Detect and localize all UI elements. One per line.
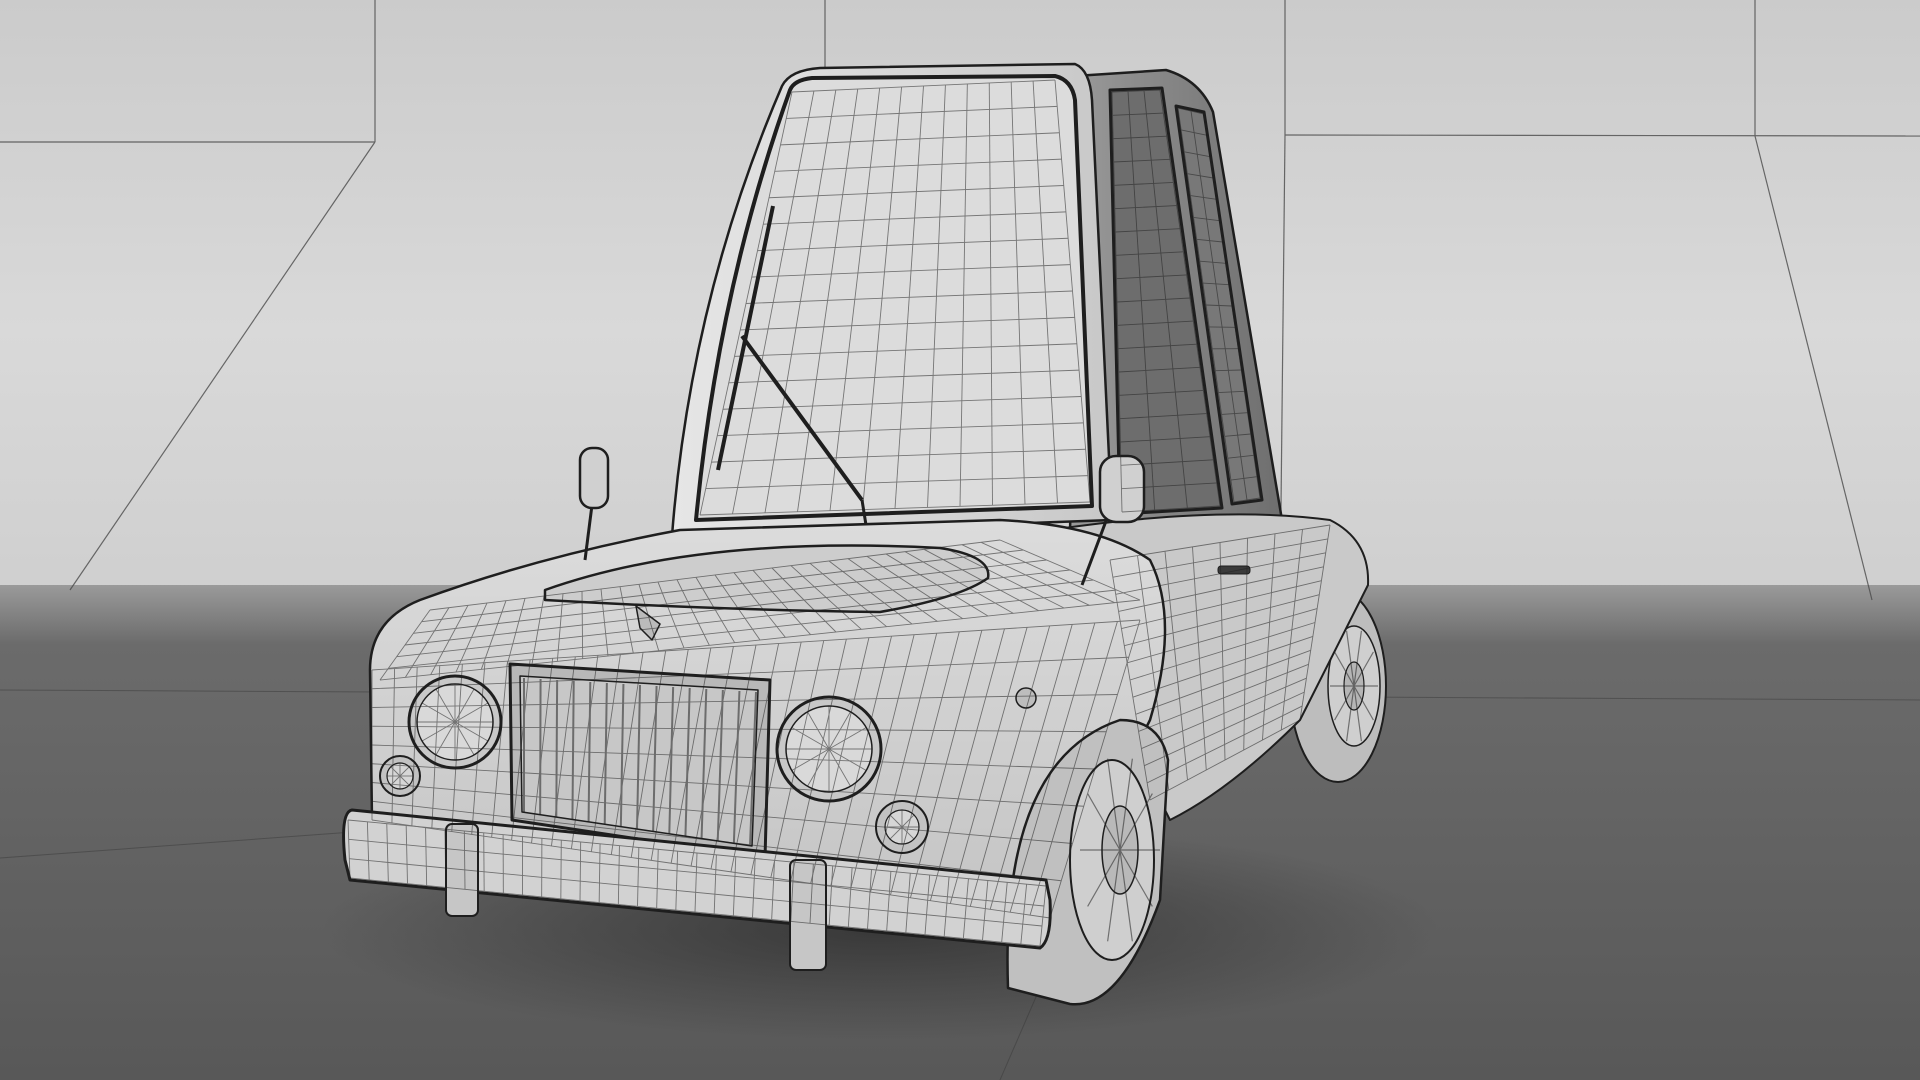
car-render-scene — [0, 0, 1920, 1080]
side-marker-light — [1015, 687, 1037, 709]
render-viewport — [0, 0, 1920, 1080]
mesh-edge — [571, 680, 575, 820]
mesh-edge — [555, 679, 559, 817]
